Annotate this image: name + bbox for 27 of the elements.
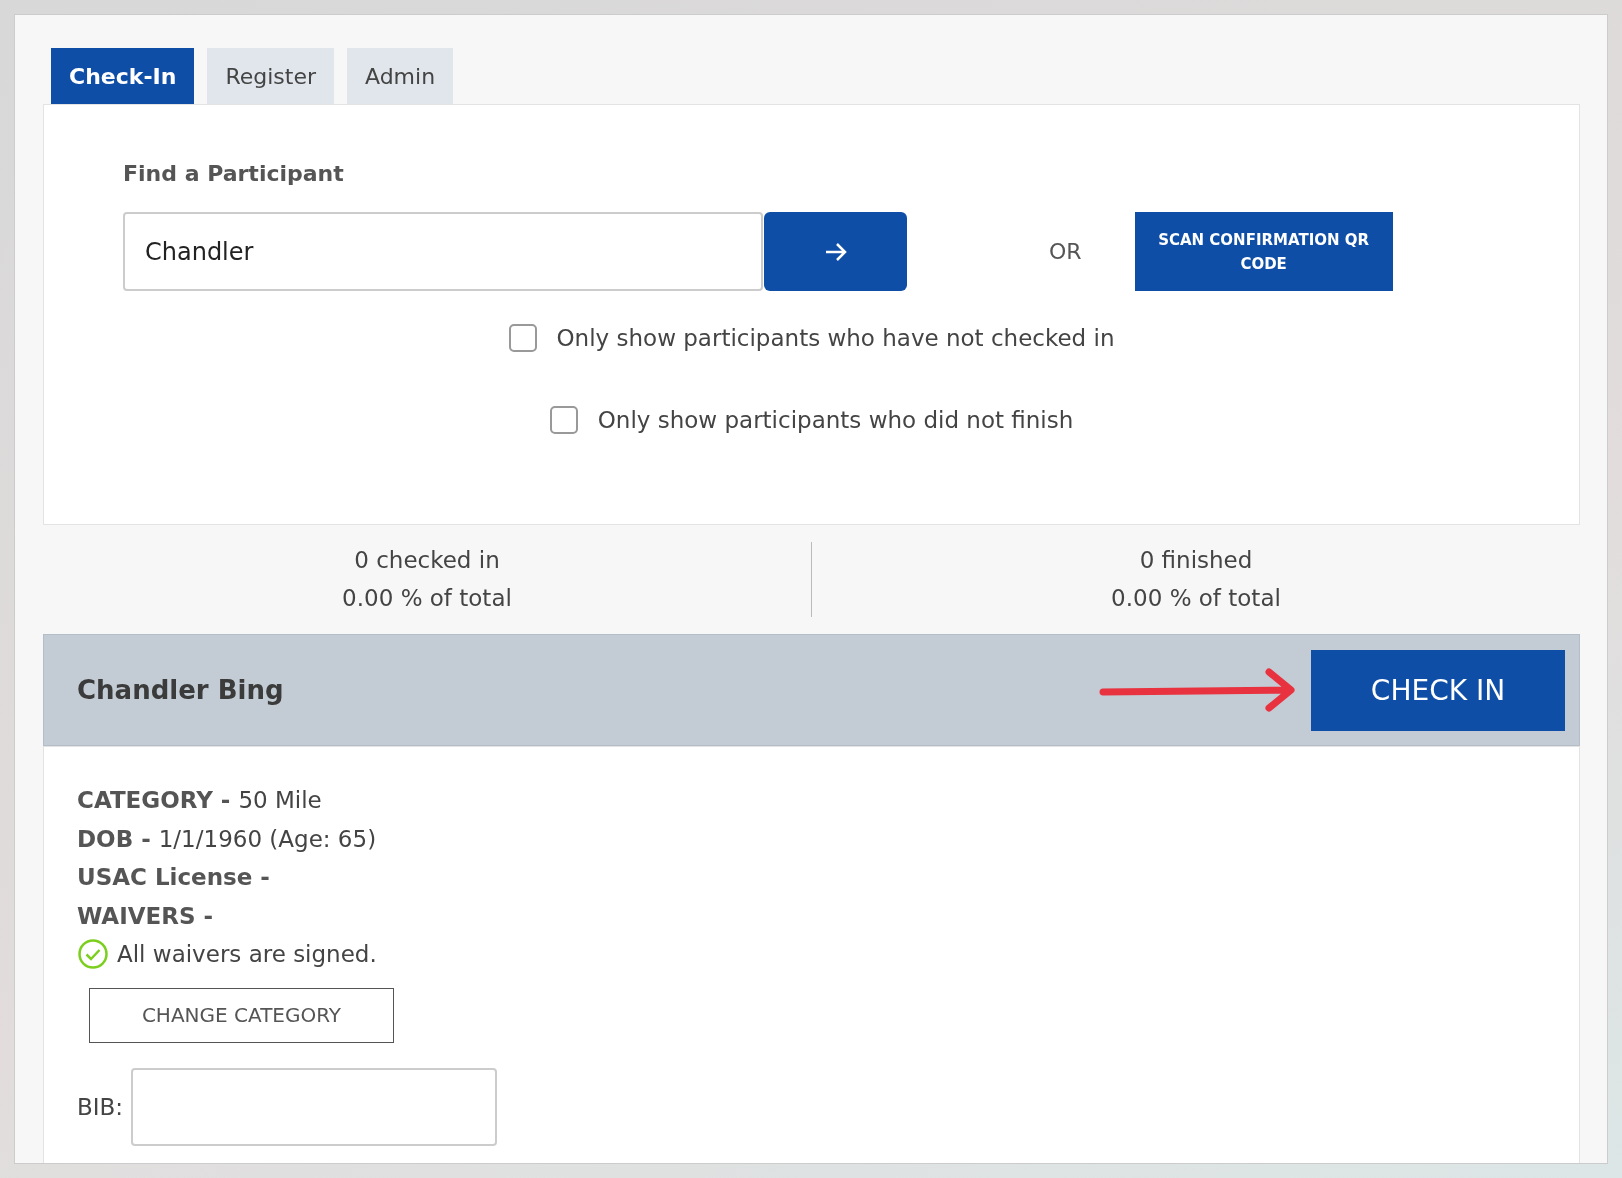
checkbox[interactable] xyxy=(549,406,578,434)
checkbox-label: Only show participants who have not checked in xyxy=(556,325,1115,351)
bib-field[interactable] xyxy=(131,1067,498,1146)
stat-percent: 0.00 % of total xyxy=(341,583,513,613)
tab[interactable]: Register xyxy=(207,48,334,104)
scan-qr-button[interactable]: SCAN CONFIRMATION QR CODE xyxy=(1134,212,1393,291)
bib-label: BIB: xyxy=(77,1093,124,1120)
detail-value: 50 Mile xyxy=(238,786,322,815)
detail-label: WAIVERS - xyxy=(77,901,214,931)
tab[interactable]: Admin xyxy=(346,48,454,104)
or-text: OR xyxy=(1049,239,1082,264)
detail-label: CATEGORY - xyxy=(77,786,231,815)
stat-percent: 0.00 % of total xyxy=(1110,583,1282,613)
stat-count: 0 checked in xyxy=(353,545,501,575)
search-field[interactable]: Chandler xyxy=(123,212,763,291)
checkbox-label: Only show participants who did not finish xyxy=(597,407,1074,433)
checkbox[interactable] xyxy=(508,324,537,352)
tab[interactable]: Check-In xyxy=(51,48,195,104)
detail-value: 1/1/1960 (Age: 65) xyxy=(158,824,377,854)
detail-label: DOB - xyxy=(77,824,151,854)
waiver-status: All waivers are signed. xyxy=(117,940,377,969)
search-label: Find a Participant xyxy=(123,161,345,186)
stat-count: 0 finished xyxy=(1138,545,1254,575)
check-in-button[interactable]: CHECK IN xyxy=(1311,649,1565,731)
detail-label: USAC License - xyxy=(77,863,270,892)
participant-name: Chandler Bing xyxy=(77,675,285,705)
change-category-button[interactable]: CHANGE CATEGORY xyxy=(89,987,394,1043)
